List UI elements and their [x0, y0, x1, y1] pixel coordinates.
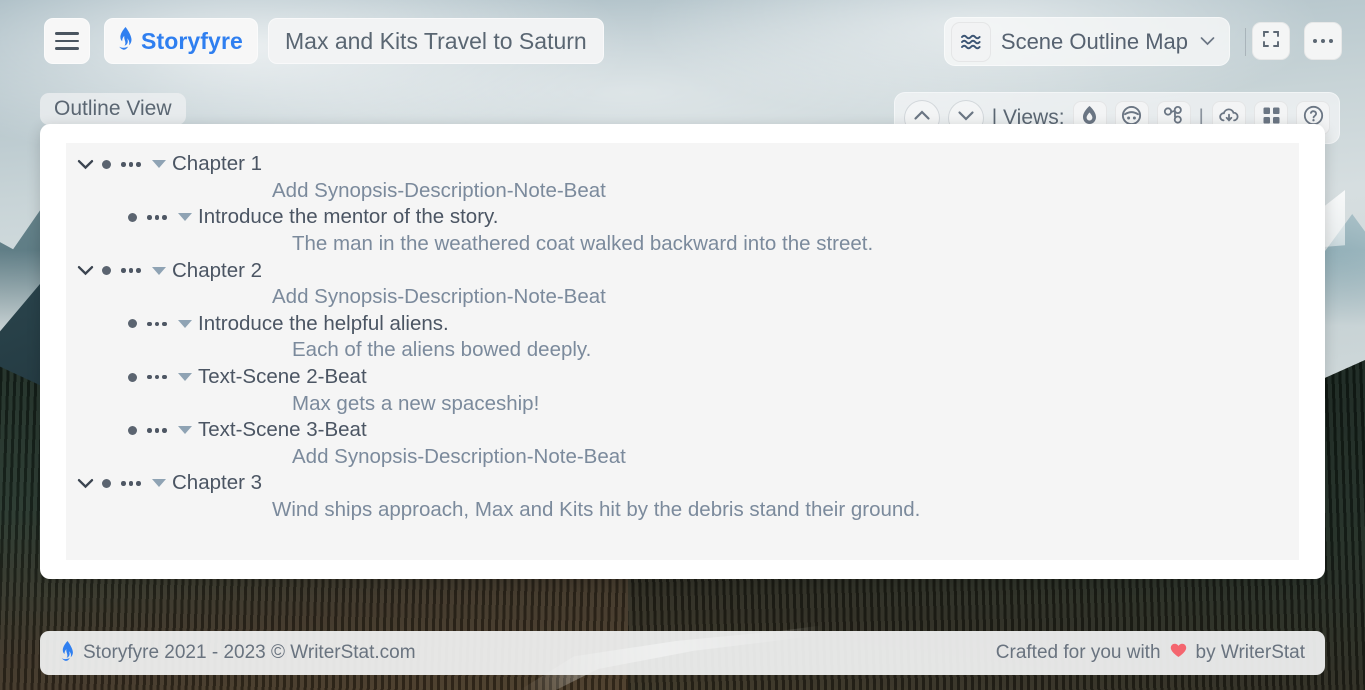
expand-icon [1261, 29, 1281, 54]
outline-row[interactable]: The man in the weathered coat walked bac… [66, 231, 1299, 258]
outline-row[interactable]: Introduce the helpful aliens. [66, 311, 1299, 338]
description-text[interactable]: Max gets a new spaceship! [66, 392, 539, 416]
scene-label: Introduce the helpful aliens. [198, 311, 449, 335]
app-window: Storyfyre Max and Kits Travel to Saturn … [0, 0, 1365, 690]
row-toggle-triangle[interactable] [146, 266, 172, 275]
row-bullet-button[interactable] [96, 478, 116, 488]
outline-row[interactable]: Add Synopsis-Description-Note-Beat [66, 444, 1299, 471]
row-toggle-triangle[interactable] [172, 426, 198, 435]
description-text[interactable]: Each of the aliens bowed deeply. [66, 338, 591, 362]
outline-view-label: Outline View [54, 97, 172, 120]
chapter-label: Chapter 2 [172, 258, 263, 282]
row-menu-dots-button[interactable] [142, 427, 172, 433]
project-title-field[interactable]: Max and Kits Travel to Saturn [268, 18, 604, 64]
footer-credit-prefix: Crafted for you with [995, 642, 1161, 663]
expand-collapse-chevron[interactable] [74, 265, 96, 276]
scene-label: Introduce the mentor of the story. [198, 205, 499, 229]
row-menu-dots-button[interactable] [116, 162, 146, 167]
hamburger-icon-bar [55, 47, 79, 50]
row-menu-dots-button[interactable] [142, 321, 172, 327]
outline-rows: Chapter 1 Add Synopsis-Description-Note-B… [66, 143, 1299, 523]
footer-credit-suffix: by WriterStat [1195, 642, 1305, 663]
row-bullet-button[interactable] [122, 212, 142, 222]
outline-row[interactable]: Introduce the mentor of the story. [66, 204, 1299, 231]
row-toggle-triangle[interactable] [146, 160, 172, 169]
outline-row[interactable]: Chapter 3 [66, 470, 1299, 497]
hamburger-icon-bar [55, 32, 79, 35]
description-text[interactable]: The man in the weathered coat walked bac… [66, 232, 873, 256]
description-text[interactable]: Add Synopsis-Description-Note-Beat [66, 285, 606, 309]
brand-home-button[interactable]: Storyfyre [104, 18, 258, 64]
chapter-label: Chapter 1 [172, 152, 263, 176]
row-menu-dots-button[interactable] [116, 481, 146, 486]
chapter-label: Chapter 3 [172, 471, 263, 495]
row-bullet-button[interactable] [122, 372, 142, 382]
outline-panel[interactable]: Chapter 1 Add Synopsis-Description-Note-B… [66, 143, 1299, 560]
scene-label: Text-Scene 3-Beat [198, 418, 367, 442]
row-menu-dots-button[interactable] [116, 268, 146, 273]
view-mode-label: Scene Outline Map [1000, 28, 1188, 54]
description-text[interactable]: Add Synopsis-Description-Note-Beat [66, 179, 606, 203]
outline-row[interactable]: Max gets a new spaceship! [66, 390, 1299, 417]
outline-row[interactable]: Add Synopsis-Description-Note-Beat [66, 284, 1299, 311]
waves-icon [950, 21, 991, 62]
outline-row[interactable]: Add Synopsis-Description-Note-Beat [66, 178, 1299, 205]
fullscreen-button[interactable] [1252, 22, 1290, 60]
footer-left-group: Storyfyre 2021 - 2023 © WriterStat.com [60, 640, 416, 666]
outline-row[interactable]: Chapter 2 [66, 257, 1299, 284]
outline-row[interactable]: Text-Scene 2-Beat [66, 364, 1299, 391]
description-text[interactable]: Add Synopsis-Description-Note-Beat [66, 445, 626, 469]
row-bullet-button[interactable] [96, 159, 116, 169]
row-toggle-triangle[interactable] [172, 319, 198, 328]
hamburger-icon-bar [55, 39, 79, 43]
row-toggle-triangle[interactable] [146, 479, 172, 488]
ellipsis-horizontal-icon [1312, 38, 1334, 44]
outline-row[interactable]: Chapter 1 [66, 151, 1299, 178]
chevron-down-icon [1200, 33, 1215, 50]
outline-card: Chapter 1 Add Synopsis-Description-Note-B… [40, 124, 1325, 579]
description-text[interactable]: Wind ships approach, Max and Kits hit by… [66, 498, 920, 522]
top-toolbar: Storyfyre Max and Kits Travel to Saturn … [0, 0, 1365, 82]
flame-icon [60, 640, 75, 666]
scene-label: Text-Scene 2-Beat [198, 365, 367, 389]
footer-copyright: Storyfyre 2021 - 2023 © WriterStat.com [83, 642, 416, 663]
row-bullet-button[interactable] [122, 319, 142, 329]
row-menu-dots-button[interactable] [142, 215, 172, 220]
heart-icon [1170, 643, 1187, 663]
outline-view-chip[interactable]: Outline View [40, 93, 186, 125]
view-mode-selector[interactable]: Scene Outline Map [943, 17, 1230, 66]
footer-bar: Storyfyre 2021 - 2023 © WriterStat.com C… [40, 631, 1325, 675]
hamburger-menu-button[interactable] [44, 18, 90, 64]
project-title-text: Max and Kits Travel to Saturn [285, 27, 587, 54]
row-menu-dots-button[interactable] [142, 374, 172, 380]
outline-row[interactable]: Each of the aliens bowed deeply. [66, 337, 1299, 364]
row-bullet-button[interactable] [122, 425, 142, 435]
expand-collapse-chevron[interactable] [74, 478, 96, 489]
footer-right-group: Crafted for you with by WriterStat [996, 642, 1305, 664]
row-toggle-triangle[interactable] [172, 373, 198, 382]
more-options-button[interactable] [1304, 22, 1342, 60]
flame-icon [117, 27, 134, 55]
toolbar-divider [1245, 28, 1246, 56]
outline-row[interactable]: Text-Scene 3-Beat [66, 417, 1299, 444]
row-toggle-triangle[interactable] [172, 213, 198, 222]
row-bullet-button[interactable] [96, 266, 116, 276]
expand-collapse-chevron[interactable] [74, 159, 96, 170]
brand-label: Storyfyre [141, 27, 243, 54]
outline-row[interactable]: Wind ships approach, Max and Kits hit by… [66, 497, 1299, 524]
